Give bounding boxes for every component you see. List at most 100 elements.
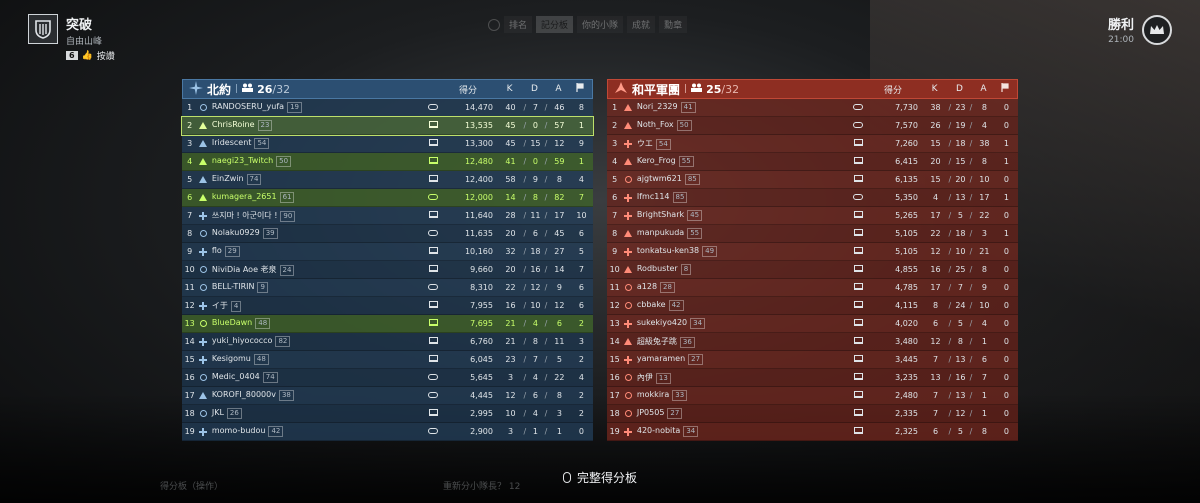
deaths: 19 bbox=[955, 121, 966, 130]
player-row[interactable]: 6 kumagera_2651 61 12,000 14/8/82 7 bbox=[182, 189, 593, 207]
kills: 12 bbox=[930, 247, 941, 256]
player-row[interactable]: 18 JKL 26 2,995 10/4/3 2 bbox=[182, 405, 593, 423]
deaths: 10 bbox=[530, 301, 541, 310]
assists: 57 bbox=[554, 121, 565, 130]
rank: 7 bbox=[612, 211, 618, 220]
col-score[interactable]: 得分 bbox=[444, 83, 498, 96]
player-row[interactable]: 12 イ于 4 7,955 16/10/12 6 bbox=[182, 297, 593, 315]
player-name: yuki_hiyococco bbox=[211, 336, 273, 345]
kills: 23 bbox=[505, 355, 516, 364]
score: 7,955 bbox=[470, 301, 493, 310]
player-level: 9 bbox=[257, 282, 268, 293]
player-row[interactable]: 7 쓰지마 ! 아군이다 ! 90 11,640 28/11/17 10 bbox=[182, 207, 593, 225]
bumper-left-icon bbox=[488, 18, 500, 31]
player-name-cell: Nolaku0929 39 bbox=[209, 228, 422, 239]
player-row[interactable]: 6 Ifmc114 85 5,350 4/13/17 1 bbox=[607, 189, 1018, 207]
controller-icon bbox=[422, 283, 445, 292]
col-score[interactable]: 得分 bbox=[869, 83, 923, 96]
player-level: 42 bbox=[268, 426, 284, 437]
player-row[interactable]: 17 KOROFI_80000v 38 4,445 12/6/8 2 bbox=[182, 387, 593, 405]
recon-class-icon bbox=[622, 193, 634, 202]
player-row[interactable]: 15 Kesigomu 48 6,045 23/7/5 2 bbox=[182, 351, 593, 369]
player-row[interactable]: 13 BlueDawn 48 7,695 21/4/6 2 bbox=[182, 315, 593, 333]
tab-ranking[interactable]: 排名 bbox=[504, 16, 532, 33]
player-row[interactable]: 14 超級兔子跳 36 3,480 12/8/1 0 bbox=[607, 333, 1018, 351]
player-row[interactable]: 5 ajgtwm621 85 6,135 15/20/10 0 bbox=[607, 171, 1018, 189]
player-row[interactable]: 10 Rodbuster 8 4,855 16/25/8 0 bbox=[607, 261, 1018, 279]
col-deaths[interactable]: D bbox=[952, 84, 967, 94]
col-deaths[interactable]: D bbox=[527, 84, 542, 94]
kills: 16 bbox=[505, 301, 516, 310]
player-row[interactable]: 3 Iridescent 54 13,300 45/15/12 9 bbox=[182, 135, 593, 153]
col-assists[interactable]: A bbox=[548, 84, 569, 94]
player-name: cbbake bbox=[636, 300, 666, 309]
player-level: 61 bbox=[279, 192, 295, 203]
player-row[interactable]: 9 tonkatsu-ken38 49 5,105 12/10/21 0 bbox=[607, 243, 1018, 261]
player-row[interactable]: 9 flo 29 10,160 32/18/27 5 bbox=[182, 243, 593, 261]
kills: 41 bbox=[505, 157, 516, 166]
player-row[interactable]: 12 cbbake 42 4,115 8/24/10 0 bbox=[607, 297, 1018, 315]
player-row[interactable]: 11 a128 28 4,785 17/7/9 0 bbox=[607, 279, 1018, 297]
tab-achievements[interactable]: 成就 bbox=[627, 16, 655, 33]
player-row[interactable]: 13 sukekiyo420 34 4,020 6/5/4 0 bbox=[607, 315, 1018, 333]
player-row[interactable]: 19 420-nobita 34 2,325 6/5/8 0 bbox=[607, 423, 1018, 441]
top-tabs: 排名 記分板 你的小隊 成就 勳章 bbox=[488, 16, 687, 33]
player-row[interactable]: 3 ウエ 54 7,260 15/18/38 1 bbox=[607, 135, 1018, 153]
score: 4,785 bbox=[895, 283, 918, 292]
tab-medals[interactable]: 勳章 bbox=[659, 16, 687, 33]
assists: 59 bbox=[554, 157, 565, 166]
player-row[interactable]: 8 manpukuda 55 5,105 22/18/3 1 bbox=[607, 225, 1018, 243]
player-row[interactable]: 4 naegi23_Twitch 50 12,480 41/0/59 1 bbox=[182, 153, 593, 171]
score: 12,400 bbox=[464, 175, 493, 184]
flags: 0 bbox=[1003, 121, 1010, 130]
score: 9,660 bbox=[470, 265, 493, 274]
player-row[interactable]: 1 RANDOSERU_yufa 19 14,470 40/7/46 8 bbox=[182, 99, 593, 117]
player-level: 34 bbox=[683, 426, 699, 437]
col-kills[interactable]: K bbox=[923, 84, 946, 94]
player-row[interactable]: 16 內伊 13 3,235 13/16/7 0 bbox=[607, 369, 1018, 387]
likes-row[interactable]: 6 👍 按讚 bbox=[66, 49, 115, 62]
player-row[interactable]: 11 BELL-TIRIN 9 8,310 22/12/9 6 bbox=[182, 279, 593, 297]
player-row[interactable]: 4 Kero_Frog 55 6,415 20/15/8 1 bbox=[607, 153, 1018, 171]
players-icon bbox=[691, 83, 703, 95]
player-row[interactable]: 17 mokkira 33 2,480 7/13/1 0 bbox=[607, 387, 1018, 405]
player-level: 74 bbox=[246, 174, 262, 185]
flags: 0 bbox=[1003, 409, 1010, 418]
assists: 82 bbox=[554, 193, 565, 202]
squad-tag: 突破 自由山峰 6 👍 按讚 bbox=[28, 14, 115, 62]
player-row[interactable]: 1 Nori_2329 41 7,730 38/23/8 0 bbox=[607, 99, 1018, 117]
player-row[interactable]: 2 ChrisRoine 23 13,535 45/0/57 1 bbox=[181, 116, 594, 136]
player-row[interactable]: 5 EinZwin 74 12,400 58/9/8 4 bbox=[182, 171, 593, 189]
flags: 2 bbox=[578, 319, 585, 328]
squad-subtitle: 自由山峰 bbox=[66, 37, 103, 47]
flag-icon[interactable] bbox=[994, 83, 1017, 95]
player-name: BELL-TIRIN bbox=[211, 282, 255, 291]
player-row[interactable]: 18 JP0505 27 2,335 7/12/1 0 bbox=[607, 405, 1018, 423]
assault-class-icon bbox=[622, 338, 634, 345]
player-row[interactable]: 8 Nolaku0929 39 11,635 20/6/45 6 bbox=[182, 225, 593, 243]
tab-scoreboard[interactable]: 記分板 bbox=[536, 16, 574, 33]
deaths: 12 bbox=[955, 409, 966, 418]
pc-icon bbox=[847, 211, 870, 220]
player-row[interactable]: 10 NiviDia Aoe 老泉 24 9,660 20/16/14 7 bbox=[182, 261, 593, 279]
likes-count: 6 bbox=[66, 51, 78, 60]
player-row[interactable]: 16 Medic_0404 74 5,645 3/4/22 4 bbox=[182, 369, 593, 387]
deaths: 16 bbox=[955, 373, 966, 382]
result-time: 21:00 bbox=[1108, 35, 1134, 45]
player-name: yamaramen bbox=[636, 354, 686, 363]
kills: 45 bbox=[505, 121, 516, 130]
player-name-cell: 쓰지마 ! 아군이다 ! 90 bbox=[209, 210, 422, 222]
pc-icon bbox=[847, 175, 870, 184]
tab-your-squad[interactable]: 你的小隊 bbox=[577, 16, 623, 33]
player-row[interactable]: 7 BrightShark 45 5,265 17/5/22 0 bbox=[607, 207, 1018, 225]
player-row[interactable]: 19 momo-budou 42 2,900 3/1/1 0 bbox=[182, 423, 593, 441]
player-row[interactable]: 2 Noth_Fox 50 7,570 26/19/4 0 bbox=[607, 117, 1018, 135]
pc-icon bbox=[422, 265, 445, 274]
player-name-cell: NiviDia Aoe 老泉 24 bbox=[209, 264, 422, 276]
flag-icon[interactable] bbox=[569, 83, 592, 95]
player-row[interactable]: 15 yamaramen 27 3,445 7/13/6 0 bbox=[607, 351, 1018, 369]
pc-icon bbox=[422, 175, 445, 184]
col-kills[interactable]: K bbox=[498, 84, 521, 94]
player-row[interactable]: 14 yuki_hiyococco 82 6,760 21/8/11 3 bbox=[182, 333, 593, 351]
col-assists[interactable]: A bbox=[973, 84, 994, 94]
